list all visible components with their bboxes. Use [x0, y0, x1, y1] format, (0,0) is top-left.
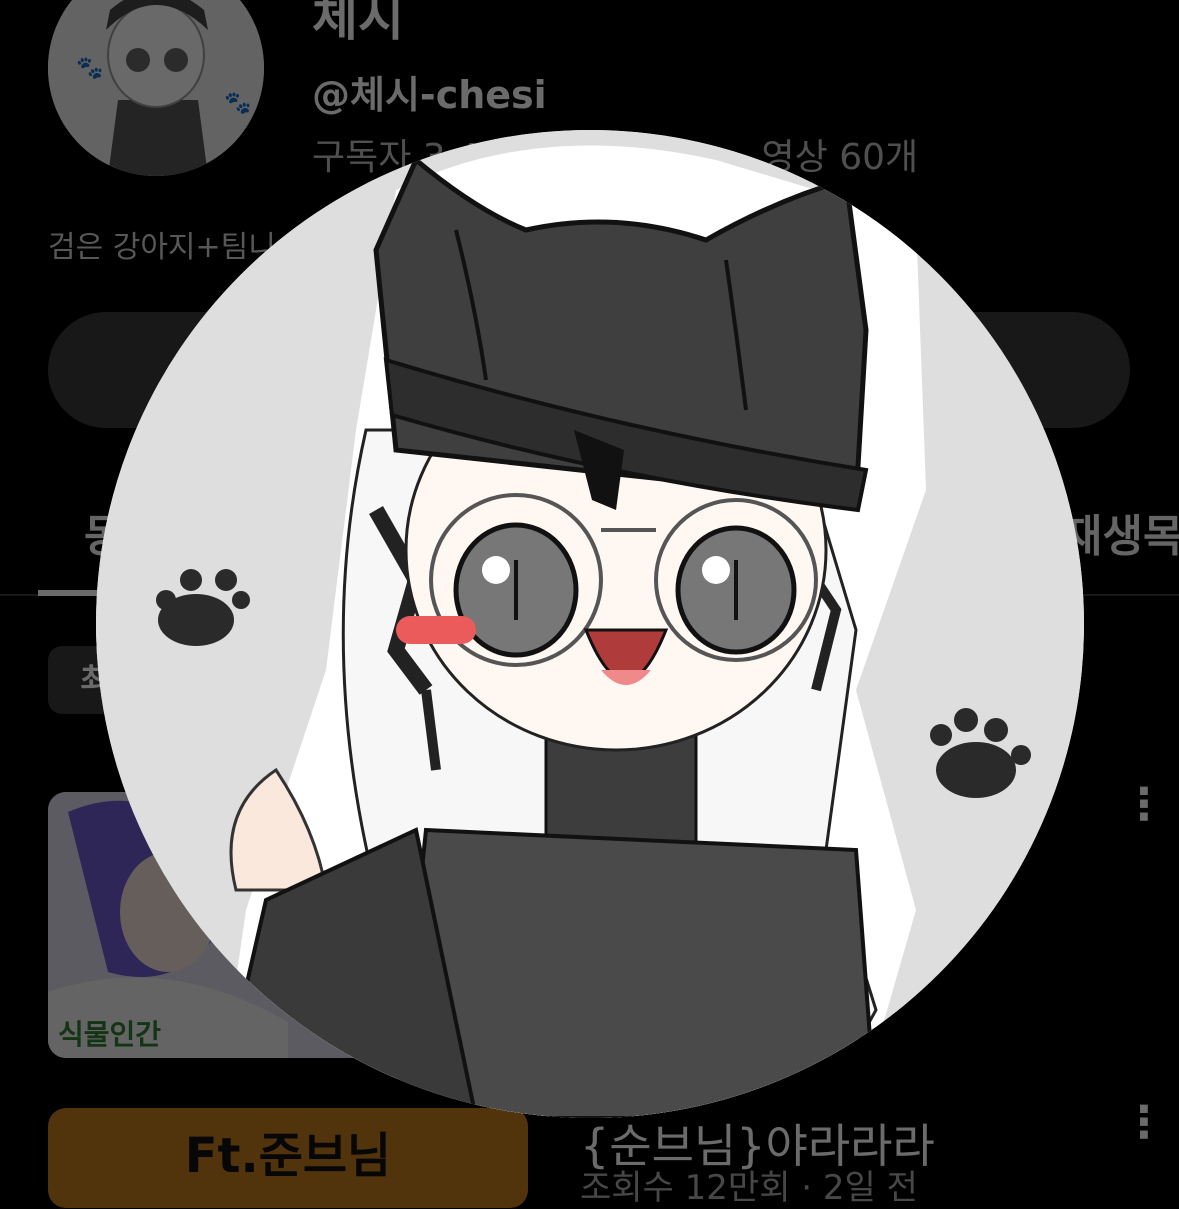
thumbnail-caption: 식물인간 — [58, 1018, 161, 1051]
svg-text:🐾: 🐾 — [224, 91, 251, 116]
svg-text:🐾: 🐾 — [76, 56, 103, 81]
channel-name: 체시 — [312, 0, 404, 47]
profile-illustration — [96, 130, 1084, 1118]
video-thumbnail[interactable]: Ft.준브님 — [48, 1108, 528, 1208]
channel-avatar[interactable]: 🐾 🐾 — [48, 0, 264, 176]
profile-picture-enlarged — [96, 130, 1084, 1118]
thumbnail-caption: Ft.준브님 — [184, 1128, 392, 1184]
channel-description[interactable]: 검은 강아지+팀니 — [48, 222, 276, 266]
tab-playlists[interactable]: 재생목 — [1062, 500, 1179, 564]
more-vert-icon[interactable]: ⋮ — [1122, 783, 1166, 827]
video-meta: 조회수 12만회 · 2일 전 — [580, 1168, 918, 1208]
avatar-illustration: 🐾 🐾 — [48, 0, 264, 176]
channel-handle: @체시-chesi — [312, 73, 547, 117]
more-vert-icon[interactable]: ⋮ — [1122, 1101, 1166, 1145]
